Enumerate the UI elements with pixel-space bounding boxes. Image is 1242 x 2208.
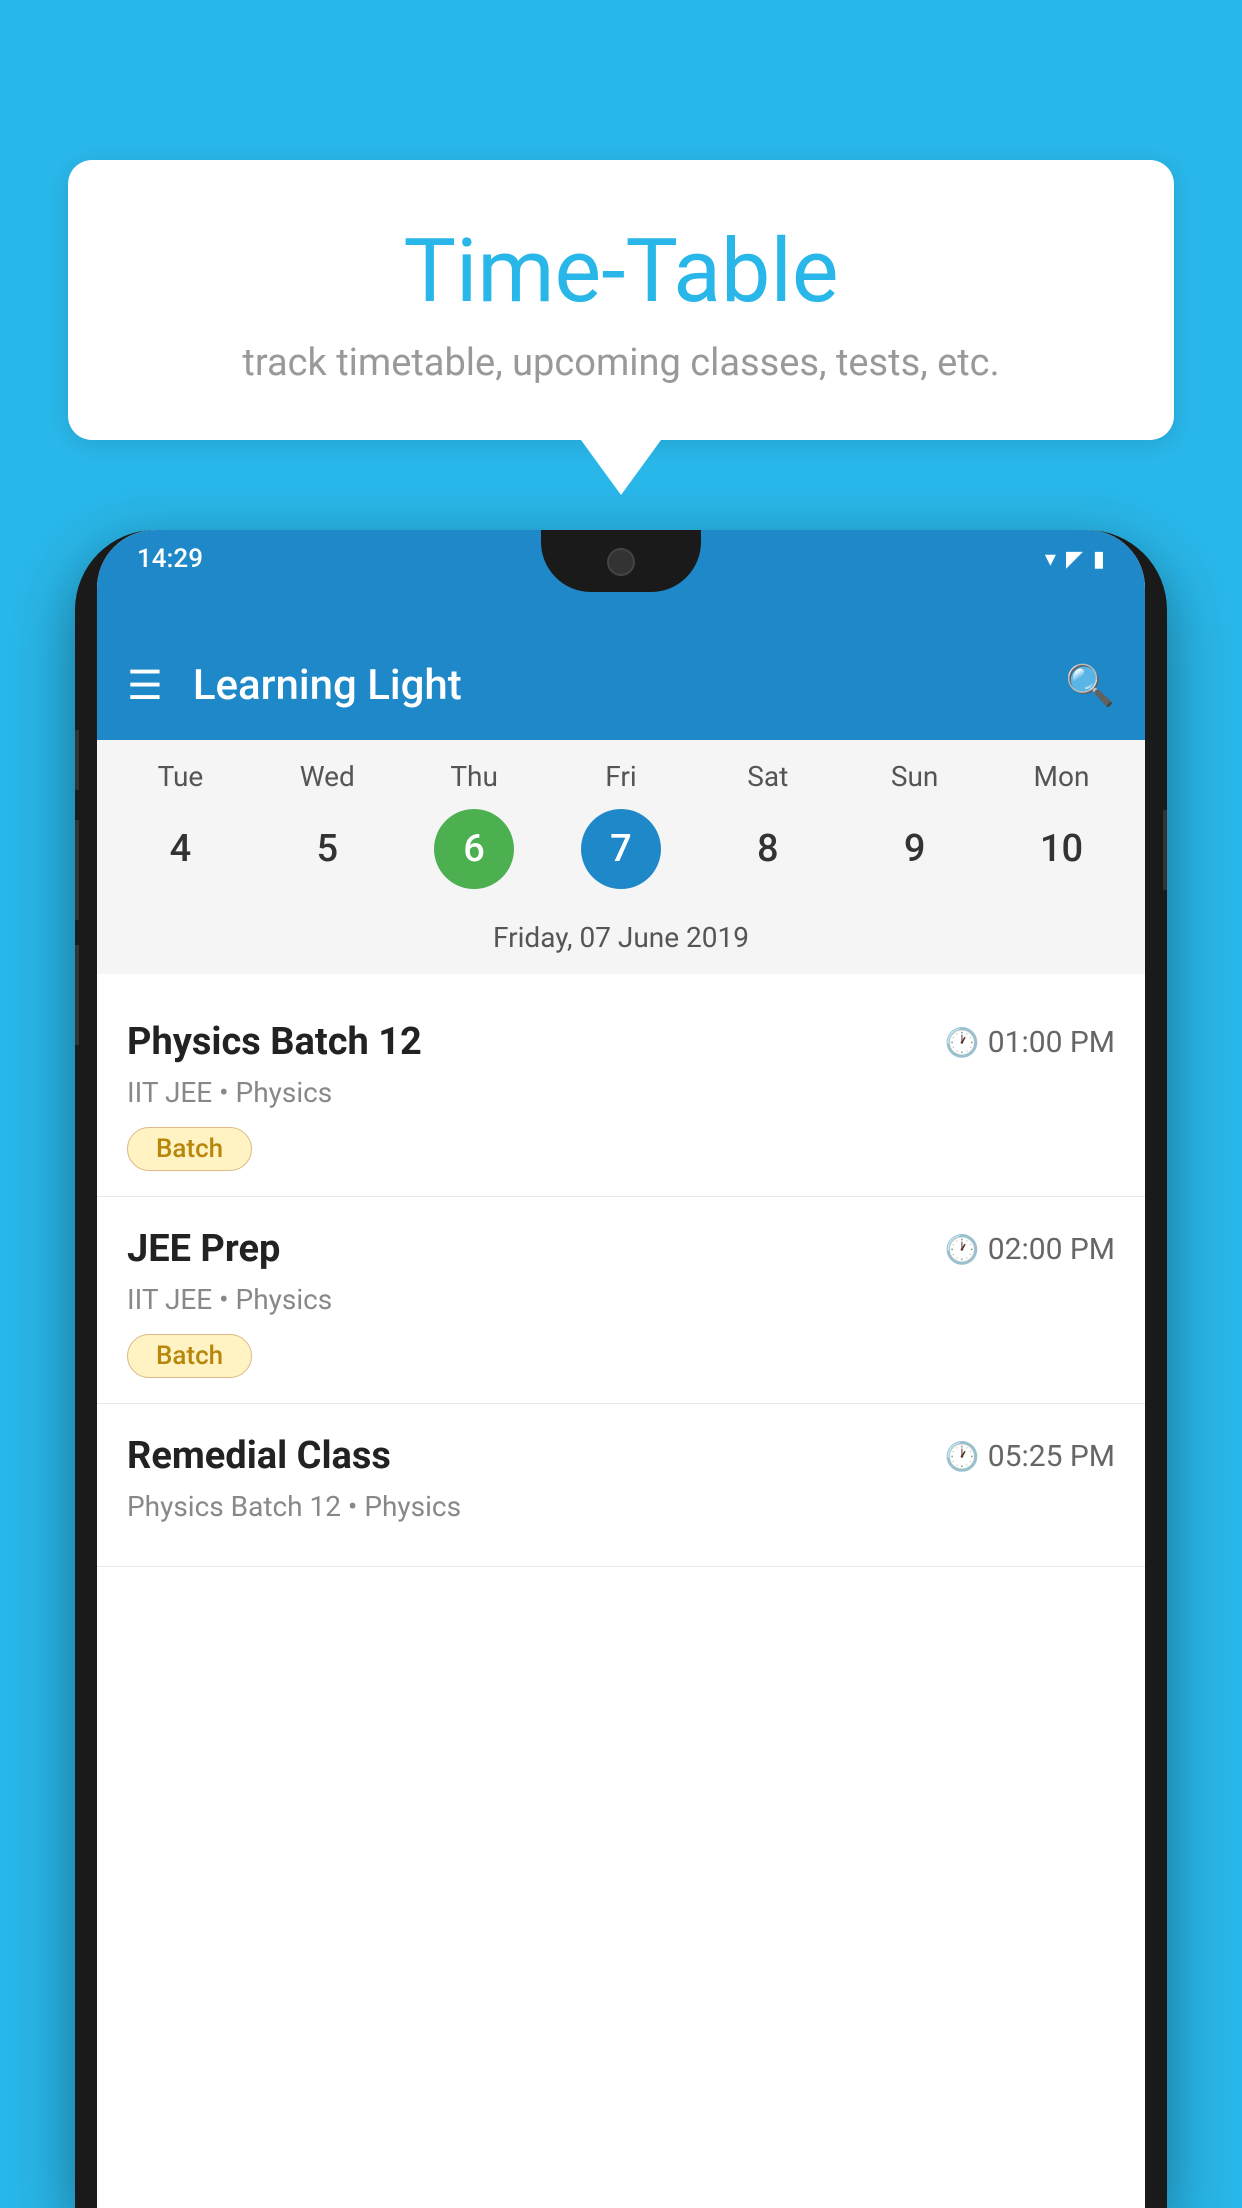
mute-button [75,730,79,790]
day-label-sat: Sat [698,760,838,793]
schedule-item-3-time: 🕐 05:25 PM [945,1439,1115,1474]
clock-icon-3: 🕐 [945,1440,980,1473]
notch-bar: 14:29 ▾ ◤ ▮ [97,530,1145,630]
selected-date-label: Friday, 07 June 2019 [97,913,1145,974]
schedule-item-1-header: Physics Batch 12 🕐 01:00 PM [127,1020,1115,1064]
schedule-item-1[interactable]: Physics Batch 12 🕐 01:00 PM IIT JEE • Ph… [97,990,1145,1197]
camera-dot [607,548,635,576]
schedule-item-1-subtitle: IIT JEE • Physics [127,1076,1115,1109]
schedule-item-2[interactable]: JEE Prep 🕐 02:00 PM IIT JEE • Physics Ba… [97,1197,1145,1404]
notch-cutout [541,530,701,592]
day-numbers: 4 5 6 7 8 9 10 [97,809,1145,889]
schedule-item-2-header: JEE Prep 🕐 02:00 PM [127,1227,1115,1271]
volume-down-button [75,945,79,1045]
day-8[interactable]: 8 [728,809,808,889]
feature-title: Time-Table [148,220,1094,323]
schedule-item-2-subtitle: IIT JEE • Physics [127,1283,1115,1316]
volume-up-button [75,820,79,920]
power-button [1163,810,1167,890]
battery-icon: ▮ [1093,547,1105,572]
schedule-item-3-header: Remedial Class 🕐 05:25 PM [127,1434,1115,1478]
day-4[interactable]: 4 [140,809,220,889]
status-icons: ▾ ◤ ▮ [1045,547,1105,572]
calendar-strip: Tue Wed Thu Fri Sat Sun Mon 4 5 6 7 8 9 … [97,740,1145,974]
schedule-item-1-name: Physics Batch 12 [127,1020,422,1064]
day-label-thu: Thu [404,760,544,793]
search-icon[interactable]: 🔍 [1065,662,1115,709]
speech-bubble-arrow [581,440,661,495]
day-7-selected[interactable]: 7 [581,809,661,889]
schedule-item-2-badge: Batch [127,1334,252,1378]
hamburger-icon[interactable]: ☰ [127,662,163,709]
speech-bubble-card: Time-Table track timetable, upcoming cla… [68,160,1174,440]
app-bar: ☰ Learning Light 🔍 [97,630,1145,740]
schedule-item-2-time: 🕐 02:00 PM [945,1232,1115,1267]
schedule-item-3-name: Remedial Class [127,1434,391,1478]
schedule-item-3[interactable]: Remedial Class 🕐 05:25 PM Physics Batch … [97,1404,1145,1567]
phone-frame: 14:29 ▾ ◤ ▮ ☰ Learning Light 🔍 Tue Wed T [75,530,1167,2208]
day-label-mon: Mon [991,760,1131,793]
clock-icon-2: 🕐 [945,1233,980,1266]
day-label-tue: Tue [110,760,250,793]
day-10[interactable]: 10 [1021,809,1101,889]
day-6-today[interactable]: 6 [434,809,514,889]
day-9[interactable]: 9 [875,809,955,889]
day-label-sun: Sun [845,760,985,793]
day-label-wed: Wed [257,760,397,793]
phone-screen: 14:29 ▾ ◤ ▮ ☰ Learning Light 🔍 Tue Wed T [97,530,1145,2208]
status-time: 14:29 [137,544,203,574]
schedule-item-1-time: 🕐 01:00 PM [945,1025,1115,1060]
day-headers: Tue Wed Thu Fri Sat Sun Mon [97,760,1145,793]
wifi-icon: ▾ [1045,547,1056,572]
schedule-item-1-badge: Batch [127,1127,252,1171]
speech-bubble-section: Time-Table track timetable, upcoming cla… [68,160,1174,495]
schedule-item-3-subtitle: Physics Batch 12 • Physics [127,1490,1115,1523]
app-title: Learning Light [193,661,1065,710]
signal-icon: ◤ [1066,547,1083,572]
schedule-container: Physics Batch 12 🕐 01:00 PM IIT JEE • Ph… [97,990,1145,2208]
day-label-fri: Fri [551,760,691,793]
day-5[interactable]: 5 [287,809,367,889]
clock-icon-1: 🕐 [945,1026,980,1059]
feature-subtitle: track timetable, upcoming classes, tests… [148,341,1094,385]
schedule-item-2-name: JEE Prep [127,1227,280,1271]
